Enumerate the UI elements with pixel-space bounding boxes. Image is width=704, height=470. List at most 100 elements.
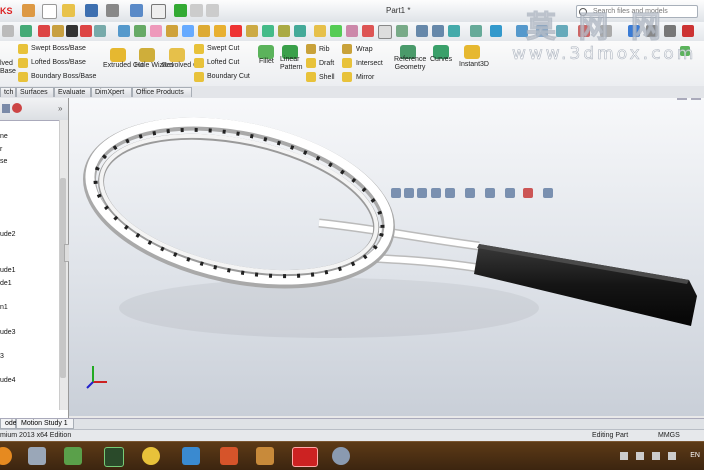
toolbar-icon-28[interactable] bbox=[448, 25, 460, 37]
toolbar-icon-6[interactable] bbox=[80, 25, 92, 37]
toolbar-icon-1[interactable] bbox=[2, 25, 14, 37]
toolbar-icon-4[interactable] bbox=[52, 25, 64, 37]
tree-item-7[interactable]: n1 bbox=[0, 304, 8, 311]
toolbar-icon-22[interactable] bbox=[346, 25, 358, 37]
swept-cut-button[interactable]: Swept Cut bbox=[207, 45, 239, 52]
expand-panel-icon[interactable]: » bbox=[58, 104, 62, 113]
curves-button[interactable]: Curves bbox=[430, 56, 452, 63]
tab-office-products[interactable]: Office Products bbox=[132, 87, 192, 97]
tray-icon-3[interactable] bbox=[652, 452, 660, 460]
tray-icon-4[interactable] bbox=[668, 452, 676, 460]
intersect-button[interactable]: Intersect bbox=[356, 60, 383, 67]
toolbar-icon-10[interactable] bbox=[150, 25, 162, 37]
swept-boss-button[interactable]: Swept Boss/Base bbox=[31, 45, 86, 52]
toolbar-icon-16[interactable] bbox=[246, 25, 258, 37]
fillet-button[interactable]: Fillet bbox=[259, 58, 274, 65]
toolbar-icon-15[interactable] bbox=[230, 25, 242, 37]
tab-evaluate[interactable]: Evaluate bbox=[54, 87, 91, 97]
taskbar-app-6-icon[interactable] bbox=[220, 447, 238, 465]
toolbar-icon-20[interactable] bbox=[314, 25, 326, 37]
reference-geometry-button[interactable]: Reference Geometry bbox=[394, 56, 426, 72]
toolbar-icon-29[interactable] bbox=[470, 25, 482, 37]
tab-sketch[interactable]: tch bbox=[0, 87, 16, 97]
ribbon-stub-1: lved bbox=[0, 60, 13, 67]
tray-icon-1[interactable] bbox=[620, 452, 628, 460]
tab-motion-study[interactable]: Motion Study 1 bbox=[16, 419, 74, 429]
tree-item-1[interactable]: ne bbox=[0, 133, 8, 140]
linear-pattern-button[interactable]: Linear Pattern bbox=[280, 56, 303, 72]
options-icon[interactable] bbox=[206, 4, 219, 17]
wrap-button[interactable]: Wrap bbox=[356, 46, 373, 53]
tray-icon-2[interactable] bbox=[636, 452, 644, 460]
undo-icon[interactable] bbox=[130, 4, 143, 17]
racket-model[interactable] bbox=[69, 98, 704, 416]
boundary-boss-button[interactable]: Boundary Boss/Base bbox=[31, 73, 96, 80]
tab-dimxpert[interactable]: DimXpert bbox=[91, 87, 132, 97]
tree-item-8[interactable]: ude3 bbox=[0, 329, 16, 336]
new-document-icon[interactable] bbox=[42, 4, 57, 19]
feature-tree-scroll-thumb[interactable] bbox=[60, 178, 66, 378]
taskbar-solidworks-icon[interactable] bbox=[292, 447, 318, 467]
toolbar-icon-11[interactable] bbox=[166, 25, 178, 37]
save-icon[interactable] bbox=[85, 4, 98, 17]
camera-icon[interactable] bbox=[66, 25, 78, 37]
tree-item-6[interactable]: de1 bbox=[0, 280, 12, 287]
zoom-area-icon[interactable] bbox=[432, 25, 444, 37]
tree-item-4[interactable]: ude2 bbox=[0, 231, 16, 238]
tree-item-2[interactable]: r bbox=[0, 146, 2, 153]
draft-button[interactable]: Draft bbox=[319, 60, 334, 67]
lofted-boss-button[interactable]: Lofted Boss/Base bbox=[31, 59, 86, 66]
toolbar-icon-24[interactable] bbox=[378, 25, 392, 39]
toolbar-icon-30[interactable] bbox=[490, 25, 502, 37]
tree-item-3[interactable]: se bbox=[0, 158, 7, 165]
toolbar-icon-21[interactable] bbox=[330, 25, 342, 37]
home-icon[interactable] bbox=[22, 4, 35, 17]
toolbar-icon-7[interactable] bbox=[94, 25, 106, 37]
rib-button[interactable]: Rib bbox=[319, 46, 330, 53]
lofted-cut-button[interactable]: Lofted Cut bbox=[207, 59, 239, 66]
feature-tree-icon[interactable] bbox=[2, 104, 10, 113]
tree-item-9[interactable]: 3 bbox=[0, 353, 4, 360]
close-icon[interactable] bbox=[682, 25, 694, 37]
toolbar-icon-12[interactable] bbox=[182, 25, 194, 37]
mirror-button[interactable]: Mirror bbox=[356, 74, 374, 81]
tab-model[interactable]: odel bbox=[0, 419, 18, 429]
toolbar-icon-13[interactable] bbox=[198, 25, 210, 37]
rebuild-icon[interactable] bbox=[174, 4, 187, 17]
toolbar-icon-2[interactable] bbox=[20, 25, 32, 37]
units-label[interactable]: MMGS bbox=[658, 432, 680, 439]
taskbar-app-4-icon[interactable] bbox=[142, 447, 160, 465]
toolbar-icon-25[interactable] bbox=[396, 25, 408, 37]
print-icon[interactable] bbox=[106, 4, 119, 17]
taskbar-monitor-icon[interactable] bbox=[104, 447, 124, 467]
toolbar-icon-19[interactable] bbox=[294, 25, 306, 37]
swept-boss-icon bbox=[18, 44, 28, 54]
toolbar-icon-18[interactable] bbox=[278, 25, 290, 37]
taskbar-app-1-icon[interactable] bbox=[28, 447, 46, 465]
toolbar-icon-23[interactable] bbox=[362, 25, 374, 37]
boundary-cut-button[interactable]: Boundary Cut bbox=[207, 73, 250, 80]
taskbar-app-5-icon[interactable] bbox=[182, 447, 200, 465]
tab-surfaces[interactable]: Surfaces bbox=[16, 87, 54, 97]
appearance-icon[interactable] bbox=[12, 103, 22, 113]
tree-item-5[interactable]: ude1 bbox=[0, 267, 16, 274]
toolbar-icon-9[interactable] bbox=[134, 25, 146, 37]
toolbar-icon-14[interactable] bbox=[214, 25, 226, 37]
tree-item-10[interactable]: ude4 bbox=[0, 377, 16, 384]
toolbar-icon-8[interactable] bbox=[118, 25, 130, 37]
zoom-icon[interactable] bbox=[416, 25, 428, 37]
select-cursor-icon[interactable] bbox=[151, 4, 166, 19]
taskbar-app-2-icon[interactable] bbox=[64, 447, 82, 465]
taskbar-app-7-icon[interactable] bbox=[256, 447, 274, 465]
graphics-area[interactable] bbox=[69, 98, 704, 416]
toolbar-icon-17[interactable] bbox=[262, 25, 274, 37]
shell-button[interactable]: Shell bbox=[319, 74, 335, 81]
taskbar-paint-icon[interactable] bbox=[332, 447, 350, 465]
open-folder-icon[interactable] bbox=[62, 4, 75, 17]
instant3d-button[interactable]: Instant3D bbox=[459, 61, 489, 68]
file-properties-icon[interactable] bbox=[190, 4, 203, 17]
toolbar-icon-3[interactable] bbox=[38, 25, 50, 37]
tray-language[interactable]: EN bbox=[690, 452, 700, 459]
app-logo[interactable]: KS bbox=[0, 6, 13, 16]
start-button-icon[interactable] bbox=[0, 447, 12, 465]
